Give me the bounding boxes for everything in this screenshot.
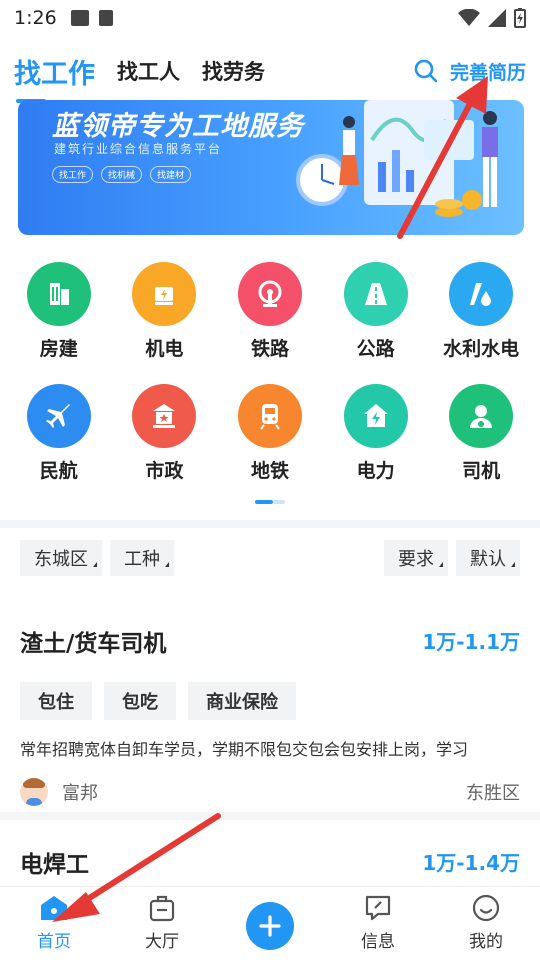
divider	[0, 520, 540, 528]
indicator-active	[255, 500, 273, 504]
power-icon	[343, 384, 408, 448]
category-label: 电力	[356, 460, 395, 482]
banner-chip: 找建材	[150, 166, 192, 183]
search-icon[interactable]	[414, 59, 438, 83]
wifi-icon	[458, 9, 480, 26]
smile-icon	[471, 893, 501, 923]
category-ditie[interactable]: 地铁	[221, 384, 319, 506]
battery-icon	[514, 8, 526, 28]
category-label: 民航	[39, 460, 78, 482]
promo-banner[interactable]: 蓝领帝专为工地服务 建筑行业综合信息服务平台 找工作 找机械 找建材	[18, 100, 524, 235]
company-name: 富邦	[62, 783, 98, 804]
nav-label: 首页	[37, 932, 71, 952]
category-label: 市政	[145, 460, 184, 482]
divider	[0, 812, 540, 820]
tab-find-worker[interactable]: 找工人	[117, 56, 180, 86]
nav-label: 大厅	[145, 932, 179, 952]
filter-district[interactable]: 东城区	[20, 540, 102, 576]
category-label: 司机	[462, 460, 501, 482]
job-salary: 1万-1.1万	[422, 630, 520, 654]
category-gonglu[interactable]: 公路	[327, 262, 425, 384]
briefcase-icon	[147, 893, 177, 923]
page-indicator	[255, 500, 285, 504]
job-tag: 包住	[20, 682, 92, 720]
banner-chip: 找工作	[52, 166, 94, 183]
tab-find-job[interactable]: 找工作	[14, 52, 95, 103]
filter-sort[interactable]: 默认	[456, 540, 520, 576]
job-tag: 商业保险	[188, 682, 296, 720]
filter-job-type[interactable]: 工种	[110, 540, 174, 576]
bottom-nav: 首页 大厅 信息 我的	[0, 886, 540, 960]
avatar	[20, 778, 48, 806]
job-area: 东胜区	[466, 783, 520, 804]
gallery-icon	[70, 10, 89, 26]
tab-find-labor[interactable]: 找劳务	[202, 56, 265, 86]
top-tabs: 找工作 找工人 找劳务 完善简历	[0, 46, 540, 103]
category-label: 地铁	[250, 460, 289, 482]
job-tag: 包吃	[104, 682, 176, 720]
nav-label: 信息	[361, 932, 395, 952]
road-icon	[343, 262, 408, 326]
category-dianli[interactable]: 电力	[327, 384, 425, 506]
job-card[interactable]: 渣土/货车司机 1万-1.1万 包住 包吃 商业保险 常年招聘宽体自卸车学员，学…	[0, 624, 540, 808]
category-jidian[interactable]: 机电	[115, 262, 213, 384]
job-description: 常年招聘宽体自卸车学员，学期不限包交包会包安排上岗，学习	[20, 740, 469, 759]
status-time: 1:26	[14, 7, 57, 29]
message-icon	[363, 893, 393, 923]
nav-publish[interactable]	[216, 887, 324, 960]
indicator-inactive	[273, 500, 285, 504]
category-grid: 房建 机电 铁路 公路 水利水电 民航 市政 地铁 电力 司机	[0, 262, 540, 506]
category-shuili[interactable]: 水利水电	[432, 262, 530, 384]
banner-title: 蓝领帝专为工地服务	[52, 111, 304, 142]
signal-icon	[488, 9, 506, 27]
water-icon	[449, 262, 514, 326]
plus-icon	[246, 902, 294, 950]
home-icon	[39, 893, 69, 923]
job-tags: 包住 包吃 商业保险	[20, 682, 520, 720]
notification-icon	[98, 10, 113, 26]
building-icon	[26, 262, 91, 326]
banner-chips: 找工作 找机械 找建材	[52, 166, 192, 183]
railway-icon	[237, 262, 302, 326]
category-minhang[interactable]: 民航	[10, 384, 108, 506]
category-label: 机电	[145, 338, 184, 360]
motor-icon	[132, 262, 197, 326]
filter-bar: 东城区 工种 要求 默认	[0, 540, 540, 578]
job-salary: 1万-1.4万	[422, 851, 520, 875]
complete-resume-button[interactable]: 完善简历	[450, 58, 526, 85]
job-card[interactable]: 电焊工 1万-1.4万	[0, 845, 540, 879]
banner-illustration	[296, 100, 498, 217]
category-shizheng[interactable]: 市政	[115, 384, 213, 506]
category-fangjian[interactable]: 房建	[10, 262, 108, 384]
category-tielu[interactable]: 铁路	[221, 262, 319, 384]
category-label: 公路	[356, 338, 395, 360]
nav-label: 我的	[469, 932, 503, 952]
status-bar: 1:26	[0, 0, 540, 36]
city-icon	[132, 384, 197, 448]
airplane-icon	[26, 384, 91, 448]
banner-subtitle: 建筑行业综合信息服务平台	[54, 142, 223, 156]
nav-messages[interactable]: 信息	[324, 887, 432, 960]
category-label: 房建	[39, 338, 78, 360]
nav-mine[interactable]: 我的	[432, 887, 540, 960]
job-meta: 富邦 东胜区	[20, 776, 520, 808]
subway-icon	[237, 384, 302, 448]
category-siji[interactable]: 司机	[432, 384, 530, 506]
nav-hall[interactable]: 大厅	[108, 887, 216, 960]
filter-requirement[interactable]: 要求	[384, 540, 448, 576]
category-label: 水利水电	[443, 338, 520, 360]
nav-home[interactable]: 首页	[0, 887, 108, 960]
driver-icon	[449, 384, 514, 448]
category-label: 铁路	[250, 338, 289, 360]
banner-chip: 找机械	[101, 166, 143, 183]
